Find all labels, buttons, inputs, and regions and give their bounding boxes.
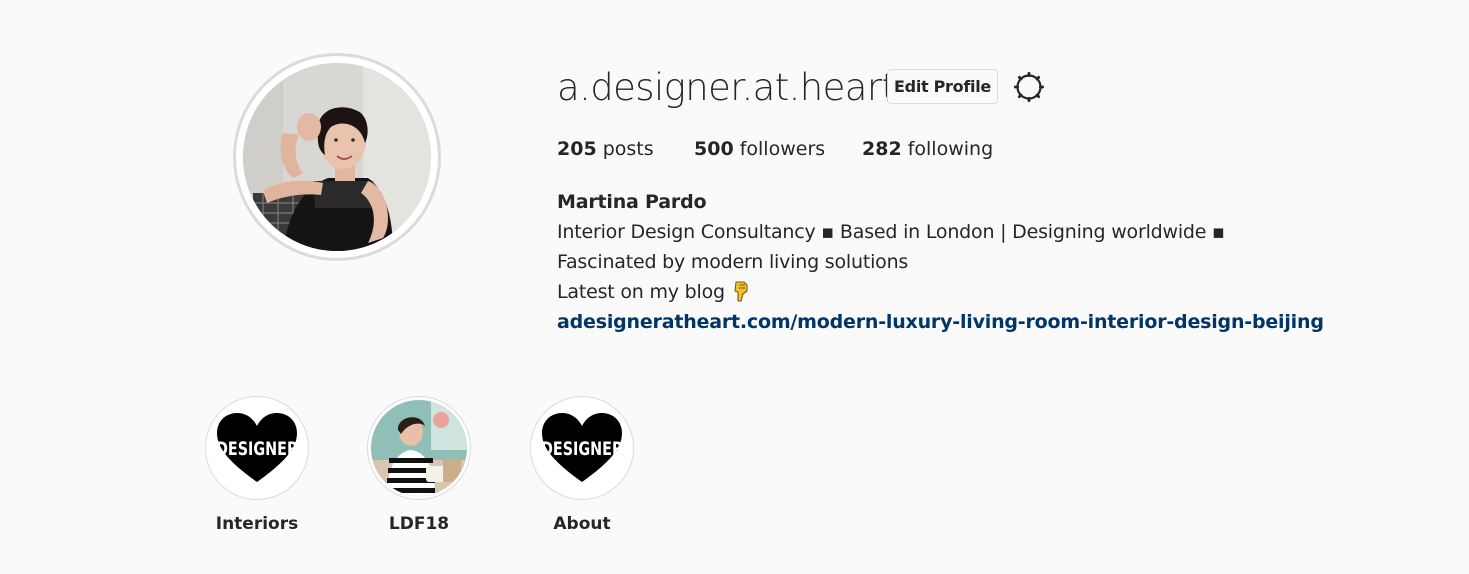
- bio-description: Interior Design Consultancy ▪ Based in L…: [557, 221, 1225, 273]
- highlight-ring: DESIGNER: [530, 396, 634, 500]
- highlight-label: LDF18: [388, 514, 450, 534]
- bio-blog-text: Latest on my blog: [557, 281, 725, 303]
- bio-website-link[interactable]: adesigneratheart.com/modern-luxury-livin…: [557, 307, 1327, 337]
- highlight-cover: DESIGNER: [534, 400, 630, 496]
- highlight-ring: DESIGNER: [205, 396, 309, 500]
- pointing-down-icon: [734, 281, 748, 302]
- designer-heart-icon: DESIGNER: [541, 413, 623, 482]
- following-label: following: [907, 138, 994, 160]
- highlight-photo: [371, 400, 467, 496]
- highlight-cover-text: DESIGNER: [541, 438, 623, 460]
- username: a.designer.at.heart: [557, 66, 896, 109]
- full-name: Martina Pardo: [557, 191, 707, 213]
- avatar[interactable]: [243, 63, 431, 251]
- story-highlight-interiors[interactable]: DESIGNER Interiors: [204, 396, 310, 534]
- gear-icon[interactable]: [1012, 70, 1046, 104]
- highlight-cover: DESIGNER: [209, 400, 305, 496]
- bio-blog-line: Latest on my blog: [557, 277, 1327, 307]
- highlight-cover: [371, 400, 467, 496]
- posts-stat: 205 posts: [557, 137, 654, 161]
- story-highlight-ldf18[interactable]: LDF18: [366, 396, 472, 534]
- profile-page: a.designer.at.heart Edit Profile 205 pos…: [0, 0, 1469, 574]
- highlight-cover-text: DESIGNER: [216, 438, 298, 460]
- highlight-label: Interiors: [215, 514, 299, 534]
- profile-photo: [243, 63, 431, 251]
- edit-profile-button[interactable]: Edit Profile: [887, 69, 998, 104]
- followers-label: followers: [739, 138, 826, 160]
- story-highlight-about[interactable]: DESIGNER About: [529, 396, 635, 534]
- highlight-ring: [367, 396, 471, 500]
- followers-count: 500: [694, 138, 734, 160]
- posts-count: 205: [557, 138, 597, 160]
- bio-section: Martina Pardo Interior Design Consultanc…: [557, 187, 1327, 337]
- designer-heart-icon: DESIGNER: [216, 413, 298, 482]
- following-stat[interactable]: 282 following: [862, 137, 993, 161]
- followers-stat[interactable]: 500 followers: [694, 137, 825, 161]
- posts-label: posts: [602, 138, 654, 160]
- highlight-label: About: [553, 514, 611, 534]
- following-count: 282: [862, 138, 902, 160]
